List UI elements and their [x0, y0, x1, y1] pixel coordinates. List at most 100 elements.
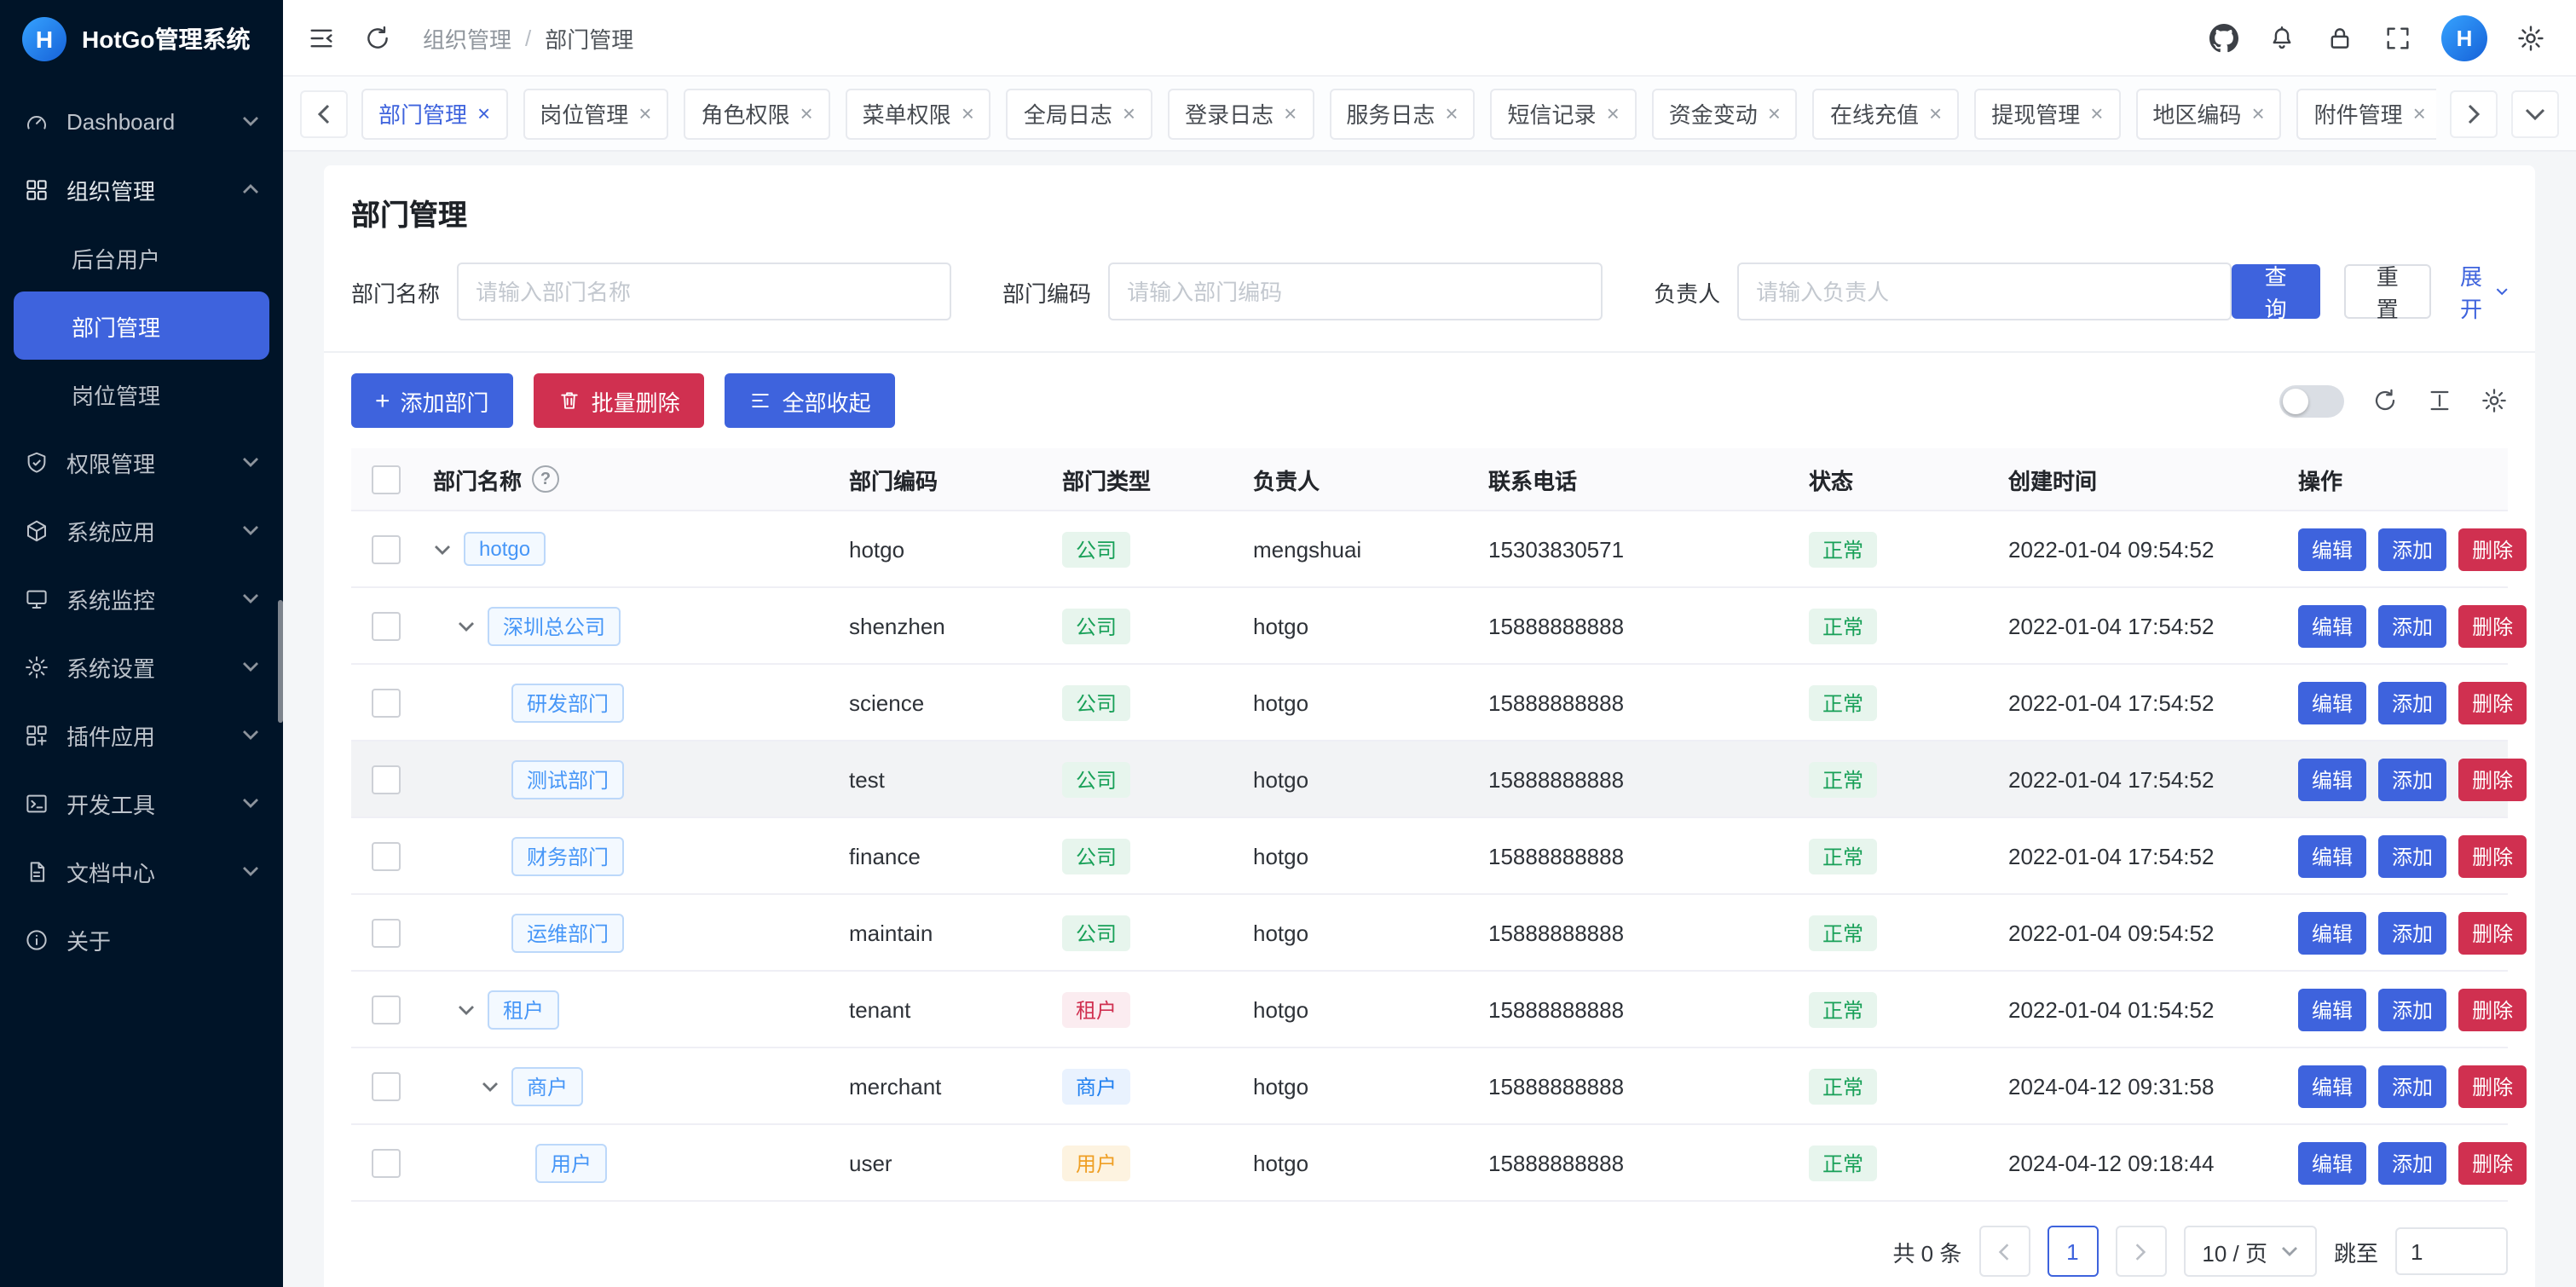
column-settings-icon[interactable] [2481, 387, 2508, 414]
sidebar-item-dashboard[interactable]: Dashboard [0, 87, 283, 155]
delete-button[interactable]: 删除 [2458, 1141, 2527, 1184]
row-checkbox[interactable] [371, 918, 400, 947]
edit-button[interactable]: 编辑 [2298, 758, 2366, 800]
jump-page-input[interactable] [2395, 1227, 2508, 1275]
select-all-checkbox[interactable] [371, 465, 400, 493]
edit-button[interactable]: 编辑 [2298, 681, 2366, 724]
sidebar-item-about[interactable]: 关于 [0, 905, 283, 973]
close-icon[interactable]: × [1929, 102, 1942, 124]
add-button[interactable]: 添加 [2378, 758, 2446, 800]
table-row[interactable]: 商户 merchant 商户 hotgo 15888888888 正常 2024… [351, 1047, 2508, 1124]
dept-name-tag[interactable]: hotgo [464, 532, 546, 566]
table-row[interactable]: 测试部门 test 公司 hotgo 15888888888 正常 2022-0… [351, 741, 2508, 817]
row-checkbox[interactable] [371, 534, 400, 563]
tab-item[interactable]: 附件管理× [2297, 88, 2436, 139]
tab-item[interactable]: 登录日志× [1168, 88, 1314, 139]
app-logo[interactable]: H HotGo管理系统 [0, 0, 283, 78]
sidebar-item-system-monitor[interactable]: 系统监控 [0, 564, 283, 632]
row-checkbox[interactable] [371, 1071, 400, 1100]
delete-button[interactable]: 删除 [2458, 988, 2527, 1030]
close-icon[interactable]: × [1445, 102, 1458, 124]
add-button[interactable]: 添加 [2378, 1141, 2446, 1184]
edit-button[interactable]: 编辑 [2298, 528, 2366, 570]
add-button[interactable]: 添加 [2378, 1065, 2446, 1107]
table-row[interactable]: 财务部门 finance 公司 hotgo 15888888888 正常 202… [351, 817, 2508, 894]
fullscreen-icon[interactable] [2383, 23, 2412, 52]
bell-icon[interactable] [2267, 23, 2296, 52]
refresh-icon[interactable] [363, 23, 392, 52]
prev-page-button[interactable] [1978, 1226, 2030, 1277]
tab-item[interactable]: 资金变动× [1652, 88, 1798, 139]
dept-name-tag[interactable]: 研发部门 [511, 683, 624, 722]
dept-code-input[interactable] [1108, 263, 1603, 320]
sidebar-item-docs[interactable]: 文档中心 [0, 837, 283, 905]
expand-toggle-icon[interactable] [481, 1080, 511, 1092]
dept-name-tag[interactable]: 测试部门 [511, 759, 624, 799]
sidebar-item-dept-mgmt[interactable]: 部门管理 [14, 291, 269, 360]
tab-item[interactable]: 角色权限× [684, 88, 829, 139]
lock-icon[interactable] [2325, 23, 2354, 52]
add-button[interactable]: 添加 [2378, 988, 2446, 1030]
tab-item[interactable]: 服务日志× [1329, 88, 1475, 139]
edit-button[interactable]: 编辑 [2298, 1065, 2366, 1107]
tab-item[interactable]: 部门管理× [361, 88, 507, 139]
close-icon[interactable]: × [1123, 102, 1135, 124]
github-icon[interactable] [2209, 23, 2238, 52]
page-number-button[interactable]: 1 [2047, 1226, 2098, 1277]
edit-button[interactable]: 编辑 [2298, 604, 2366, 647]
tab-item[interactable]: 全局日志× [1007, 88, 1152, 139]
tab-item[interactable]: 岗位管理× [523, 88, 668, 139]
sidebar-item-org[interactable]: 组织管理 [0, 155, 283, 223]
edit-button[interactable]: 编辑 [2298, 1141, 2366, 1184]
dept-name-tag[interactable]: 财务部门 [511, 836, 624, 875]
tab-item[interactable]: 短信记录× [1491, 88, 1637, 139]
close-icon[interactable]: × [1284, 102, 1297, 124]
tabs-scroll-left-button[interactable] [300, 89, 348, 137]
menu-fold-icon[interactable] [307, 23, 336, 52]
dept-name-tag[interactable]: 租户 [488, 990, 559, 1029]
avatar[interactable]: H [2441, 14, 2487, 61]
delete-button[interactable]: 删除 [2458, 758, 2527, 800]
batch-delete-button[interactable]: 批量删除 [534, 373, 704, 428]
tabs-dropdown-button[interactable] [2511, 89, 2559, 137]
next-page-button[interactable] [2115, 1226, 2166, 1277]
sidebar-item-system-apps[interactable]: 系统应用 [0, 496, 283, 564]
table-row[interactable]: 租户 tenant 租户 hotgo 15888888888 正常 2022-0… [351, 971, 2508, 1047]
tab-item[interactable]: 在线充值× [1813, 88, 1959, 139]
row-checkbox[interactable] [371, 1148, 400, 1177]
reset-button[interactable]: 重置 [2343, 264, 2431, 319]
density-icon[interactable] [2426, 387, 2453, 414]
add-button[interactable]: 添加 [2378, 834, 2446, 877]
close-icon[interactable]: × [1768, 102, 1781, 124]
close-icon[interactable]: × [2251, 102, 2264, 124]
breadcrumb-parent[interactable]: 组织管理 [423, 21, 511, 54]
edit-button[interactable]: 编辑 [2298, 834, 2366, 877]
add-dept-button[interactable]: +添加部门 [351, 373, 513, 428]
delete-button[interactable]: 删除 [2458, 528, 2527, 570]
leader-input[interactable] [1737, 263, 2232, 320]
sidebar-item-dev-tools[interactable]: 开发工具 [0, 769, 283, 837]
expand-button[interactable]: 展开 [2455, 259, 2508, 324]
tab-item[interactable]: 提现管理× [1974, 88, 2120, 139]
close-icon[interactable]: × [638, 102, 651, 124]
query-button[interactable]: 查询 [2232, 264, 2319, 319]
dept-name-input[interactable] [457, 263, 951, 320]
delete-button[interactable]: 删除 [2458, 834, 2527, 877]
expand-toggle-icon[interactable] [457, 620, 488, 632]
toggle-switch[interactable] [2279, 384, 2344, 417]
add-button[interactable]: 添加 [2378, 528, 2446, 570]
dept-name-tag[interactable]: 深圳总公司 [488, 606, 621, 645]
add-button[interactable]: 添加 [2378, 911, 2446, 954]
close-icon[interactable]: × [2090, 102, 2103, 124]
expand-toggle-icon[interactable] [433, 543, 464, 555]
sidebar-item-backend-users[interactable]: 后台用户 [0, 223, 283, 291]
expand-toggle-icon[interactable] [457, 1003, 488, 1015]
table-row[interactable]: 研发部门 science 公司 hotgo 15888888888 正常 202… [351, 664, 2508, 741]
close-icon[interactable]: × [1607, 102, 1620, 124]
sidebar-item-post-mgmt[interactable]: 岗位管理 [0, 360, 283, 428]
delete-button[interactable]: 删除 [2458, 604, 2527, 647]
delete-button[interactable]: 删除 [2458, 1065, 2527, 1107]
row-checkbox[interactable] [371, 765, 400, 794]
table-row[interactable]: 用户 user 用户 hotgo 15888888888 正常 2024-04-… [351, 1124, 2508, 1201]
add-button[interactable]: 添加 [2378, 681, 2446, 724]
